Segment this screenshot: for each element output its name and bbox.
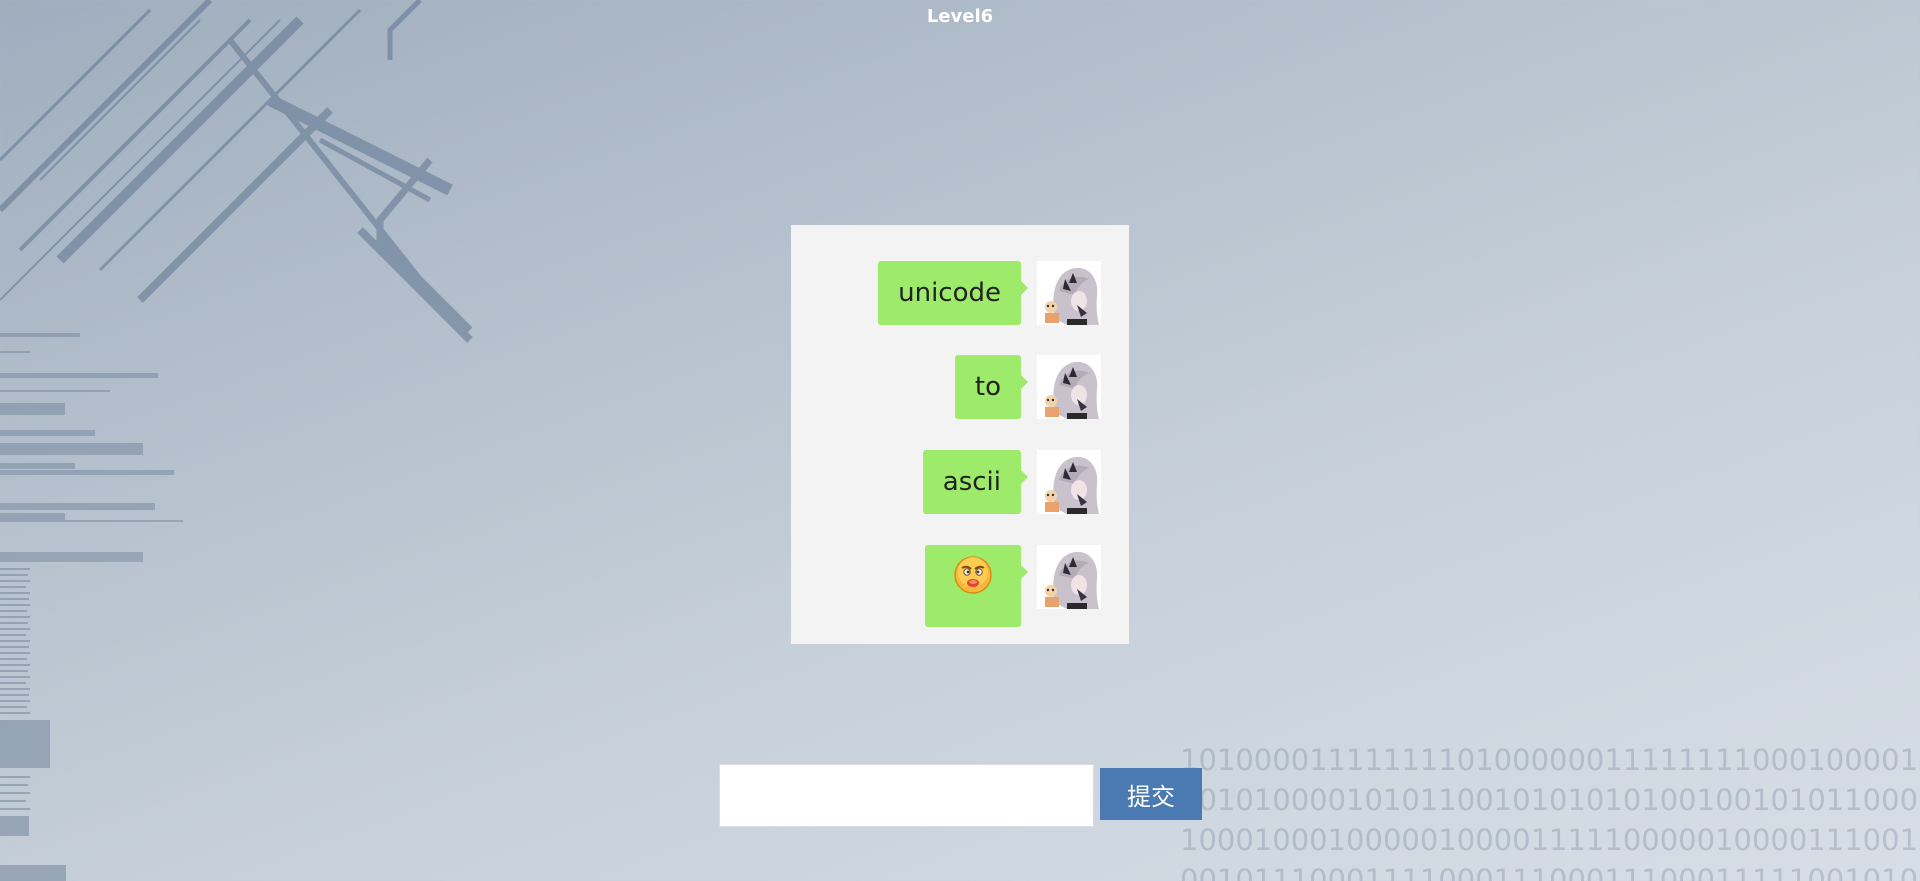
message-bubble [925,545,1028,628]
answer-input[interactable] [719,764,1094,827]
page-title: Level6 [926,6,994,27]
message-row [925,545,1101,627]
anime-girl-avatar-icon [1037,450,1101,514]
binary-row: 1010100001010110010101010100100101011000… [1180,783,1920,817]
message-bubble: unicode [878,261,1028,325]
anime-girl-avatar-icon [1037,261,1101,325]
message-bubble: ascii [922,450,1029,514]
chat-panel: unicode to ascii [791,225,1129,644]
binary-row: 0010111000111100011100011100011111001010… [1180,863,1920,881]
binary-background-text: 1010000111111110100000011111111000100001… [1180,740,1920,881]
binary-row: 1010000111111110100000011111111000100001 [1180,743,1919,777]
message-row: ascii [922,450,1101,514]
anime-girl-avatar-icon [1037,355,1101,419]
smirk-face-icon [953,546,993,628]
message-row: to [954,355,1101,419]
anime-girl-avatar-icon [1037,545,1101,609]
message-bubble: to [954,355,1029,419]
submit-button[interactable]: 提交 [1100,768,1202,820]
binary-row: 1000100010000010000111110000010000111001… [1180,823,1920,857]
message-row: unicode [878,261,1101,325]
